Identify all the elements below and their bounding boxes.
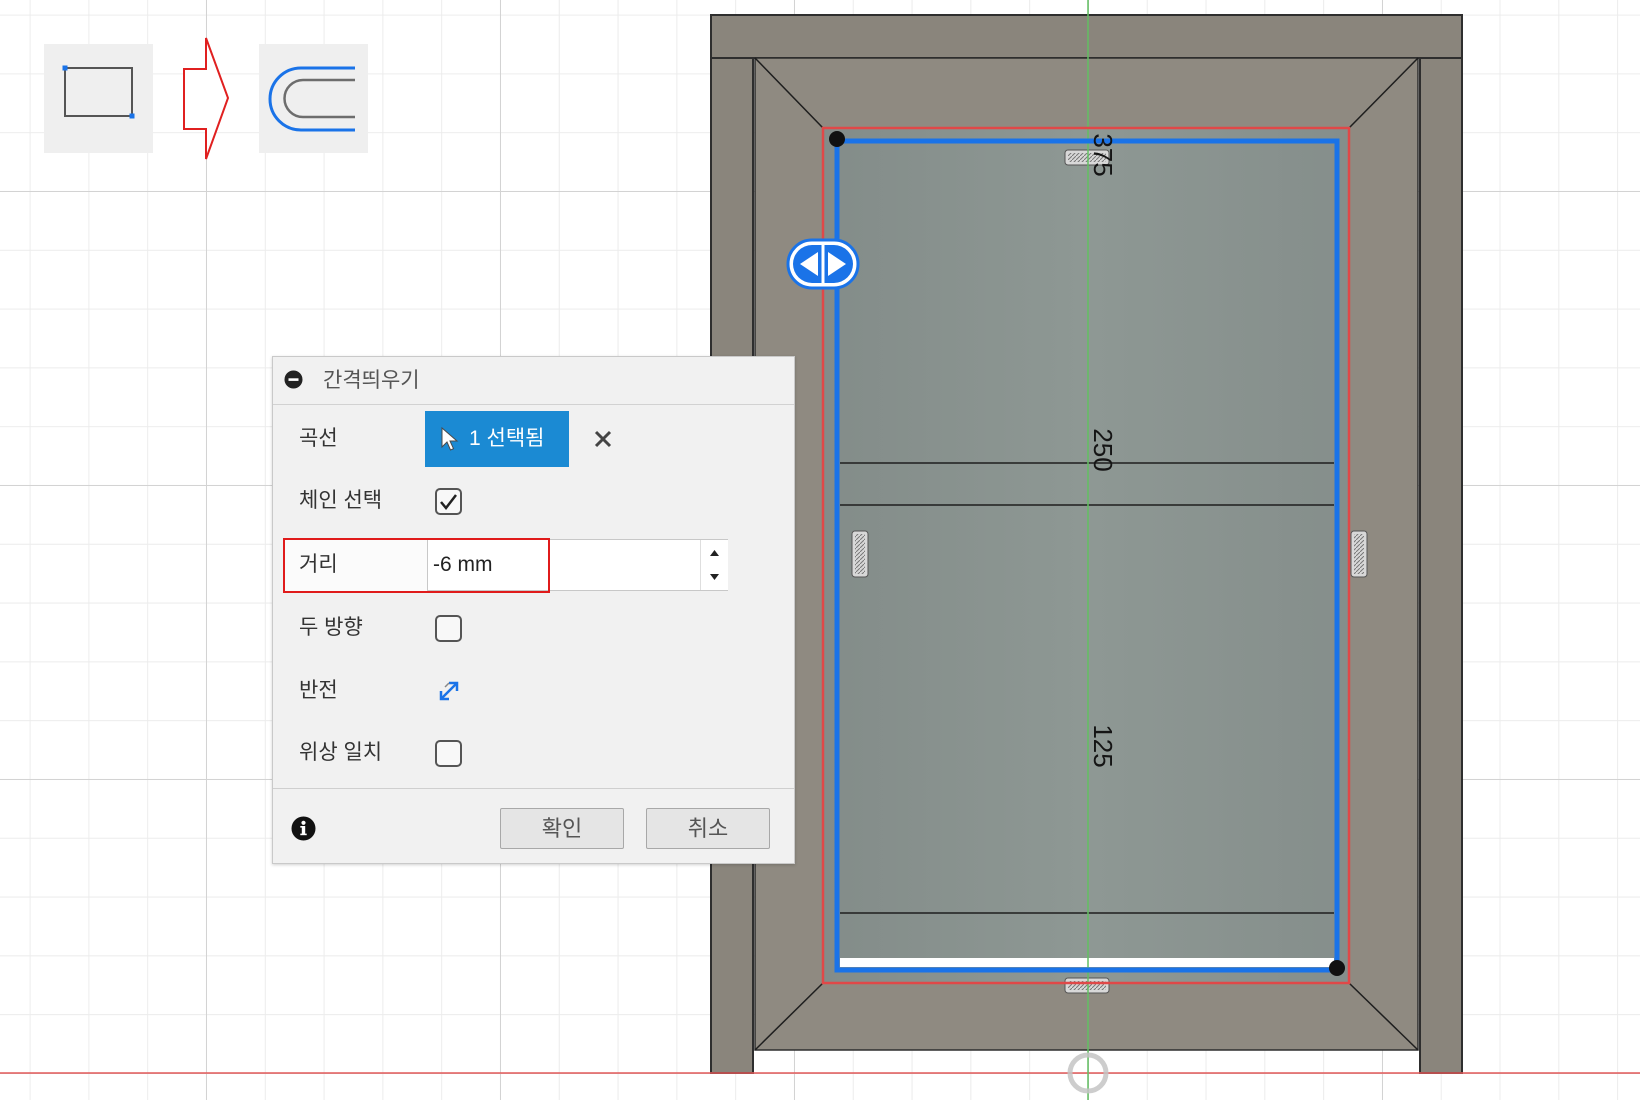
- profile-endpoint[interactable]: [829, 131, 845, 147]
- curve-selection-button[interactable]: 1 선택됨: [425, 411, 569, 467]
- checkmark-icon: [440, 494, 457, 510]
- dialog-title: 간격띄우기: [323, 369, 420, 392]
- footer-divider: [273, 788, 794, 789]
- stepper-down-icon[interactable]: [701, 565, 728, 590]
- cancel-button[interactable]: 취소: [646, 808, 770, 849]
- hinge-left: [851, 530, 869, 578]
- door-panel: [823, 128, 1349, 983]
- flip-label: 반전: [299, 679, 338, 702]
- hinge-right: [1350, 530, 1368, 578]
- right-stile: [1419, 57, 1463, 1074]
- collapse-minus-icon[interactable]: [284, 370, 303, 389]
- dimension-middle[interactable]: 250: [1088, 428, 1118, 471]
- curve-label: 곡선: [299, 427, 338, 450]
- cad-canvas[interactable]: 375 250 125: [0, 0, 1640, 1100]
- offset-drag-handle-icon[interactable]: [786, 238, 860, 290]
- stepper-up-icon[interactable]: [701, 540, 728, 565]
- offset-curve-icon: [259, 44, 368, 153]
- offset-dialog: 간격띄우기 곡선 1 선택됨 체인 선택 거리 두 방향: [272, 356, 795, 864]
- chain-select-checkbox[interactable]: [435, 488, 462, 515]
- right-arrow-icon: [183, 37, 230, 160]
- curve-selection-count: 1 선택됨: [469, 427, 545, 450]
- top-rail: [710, 14, 1463, 59]
- info-icon[interactable]: [291, 816, 316, 841]
- panel-gap: [840, 958, 1334, 967]
- dimension-bottom[interactable]: 125: [1088, 724, 1118, 767]
- distance-input[interactable]: [427, 539, 728, 591]
- topology-match-label: 위상 일치: [299, 741, 383, 764]
- both-directions-label: 두 방향: [299, 616, 363, 639]
- select-cursor-icon: [441, 426, 459, 451]
- topology-match-checkbox[interactable]: [435, 740, 462, 767]
- both-directions-checkbox[interactable]: [435, 615, 462, 642]
- flip-direction-icon[interactable]: [436, 678, 462, 704]
- chain-select-label: 체인 선택: [299, 489, 383, 512]
- ok-button[interactable]: 확인: [500, 808, 624, 849]
- hinge-bottom: [1064, 977, 1110, 994]
- close-icon[interactable]: [593, 429, 613, 449]
- dialog-header[interactable]: 간격띄우기: [273, 357, 794, 405]
- distance-label: 거리: [299, 553, 338, 576]
- dimension-top[interactable]: 375: [1088, 133, 1118, 176]
- distance-stepper[interactable]: [700, 540, 728, 590]
- profile-endpoint[interactable]: [1329, 960, 1345, 976]
